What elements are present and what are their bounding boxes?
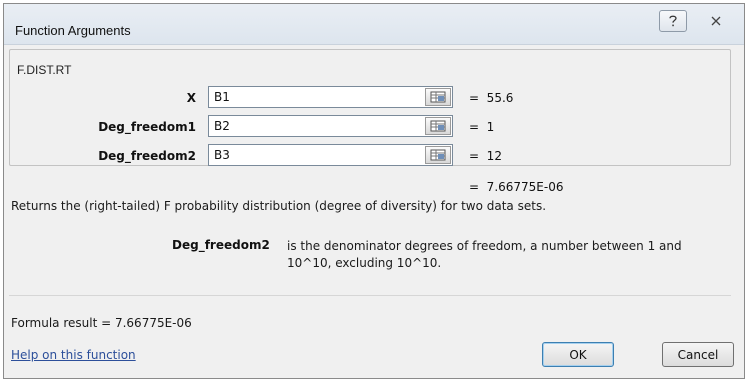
range-select-icon (430, 91, 446, 103)
function-result-value: = 7.66775E-06 (469, 180, 564, 194)
collapse-dialog-button-x[interactable] (425, 88, 451, 106)
arg-input-deg-freedom1[interactable]: B2 (208, 115, 453, 137)
formula-result: Formula result = 7.66775E-06 (11, 316, 192, 330)
collapse-dialog-button-deg-freedom1[interactable] (425, 117, 451, 135)
function-description: Returns the (right-tailed) F probability… (11, 199, 547, 213)
question-icon (669, 15, 677, 27)
close-icon (711, 16, 721, 26)
range-select-icon (430, 149, 446, 161)
help-button[interactable] (659, 10, 687, 32)
close-button[interactable] (702, 10, 730, 32)
ok-button[interactable]: OK (542, 342, 614, 367)
separator (9, 295, 731, 296)
arg-help-name: Deg_freedom2 (172, 238, 270, 252)
arg-result-deg-freedom1: = 1 (469, 120, 495, 134)
arg-help-text: is the denominator degrees of freedom, a… (287, 239, 682, 270)
arg-label-deg-freedom2: Deg_freedom2 (98, 149, 196, 163)
title-bar: Function Arguments (4, 4, 744, 45)
function-name: F.DIST.RT (17, 63, 72, 77)
arg-result-deg-freedom2: = 12 (469, 149, 502, 163)
collapse-dialog-button-deg-freedom2[interactable] (425, 146, 451, 164)
arg-input-x[interactable]: B1 (208, 86, 453, 108)
arg-label-deg-freedom1: Deg_freedom1 (98, 120, 196, 134)
range-select-icon (430, 120, 446, 132)
help-on-function-link[interactable]: Help on this function (11, 348, 136, 362)
arg-input-deg-freedom2[interactable]: B3 (208, 144, 453, 166)
window-title: Function Arguments (15, 23, 131, 38)
arg-result-x: = 55.6 (469, 91, 514, 105)
cancel-button[interactable]: Cancel (662, 342, 734, 367)
arg-label-x: X (186, 91, 196, 105)
